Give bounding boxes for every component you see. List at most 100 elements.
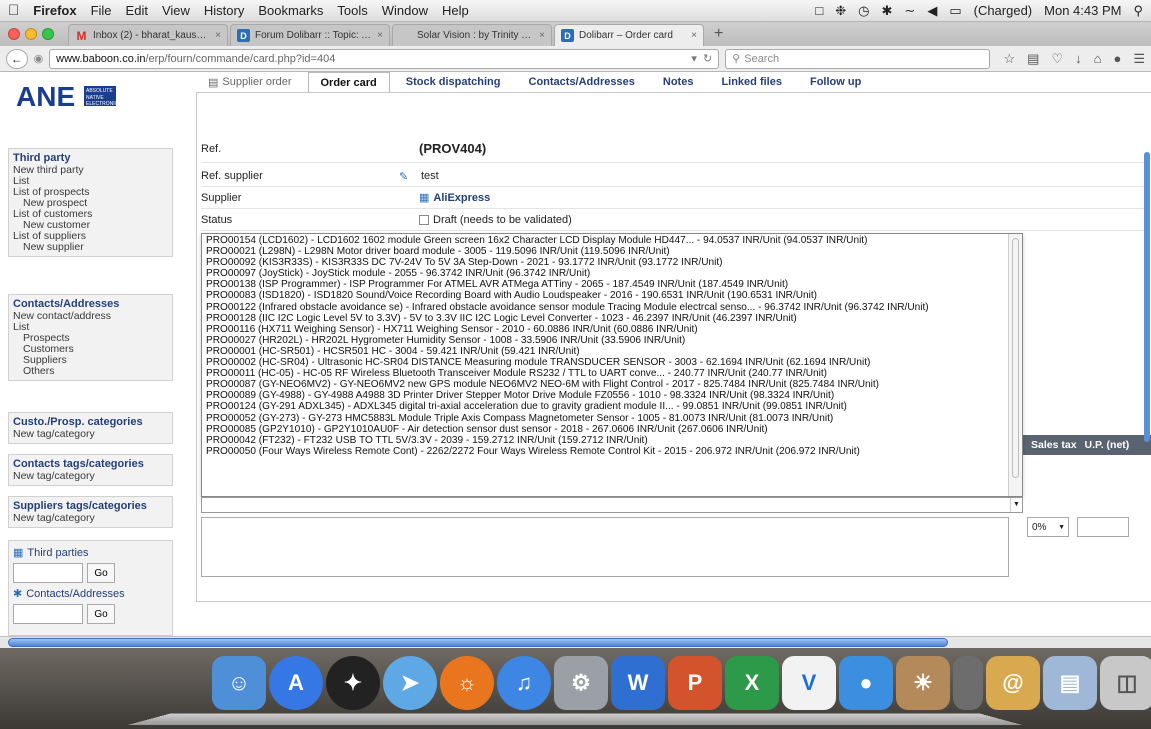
word-icon[interactable]: W <box>611 656 665 710</box>
vnc-icon[interactable]: V <box>782 656 836 710</box>
spotlight-icon[interactable]: ⚲ <box>1133 3 1143 19</box>
menu-history[interactable]: History <box>204 3 244 18</box>
photos-icon[interactable]: ☀ <box>896 656 950 710</box>
launchpad-icon[interactable]: ✦ <box>326 656 380 710</box>
supplier-link[interactable]: AliExpress <box>433 192 490 204</box>
product-option[interactable]: PRO00001 (HC-SR501) - HCSR501 HC - 3004 … <box>206 346 1006 357</box>
menu-heading[interactable]: Contacts tags/categories <box>13 458 166 470</box>
tab-follow-up[interactable]: Follow up <box>798 72 873 92</box>
product-option[interactable]: PRO00002 (HC-SR04) - Ultrasonic HC-SR04 … <box>206 357 1006 368</box>
timemachine-icon[interactable]: ◷ <box>858 3 869 19</box>
product-option[interactable]: PRO00083 (ISD1820) - ISD1820 Sound/Voice… <box>206 290 1006 301</box>
tab-supplier-order[interactable]: ▤ Supplier order <box>196 72 304 92</box>
close-tab-icon[interactable]: × <box>377 30 383 41</box>
menu-new-contact[interactable]: New contact/address <box>13 311 166 322</box>
clock[interactable]: Mon 4:43 PM <box>1044 3 1121 18</box>
menu-app[interactable]: Firefox <box>33 3 76 18</box>
description-textarea[interactable] <box>201 517 1009 577</box>
menu-new-third-party[interactable]: New third party <box>13 165 166 176</box>
reading-list-icon[interactable]: ▤ <box>1027 51 1039 67</box>
menu-heading[interactable]: Contacts/Addresses <box>13 298 166 310</box>
menu-new-tag[interactable]: New tag/category <box>13 429 166 440</box>
new-tab-button[interactable]: + <box>714 25 723 43</box>
back-button[interactable]: ← <box>6 48 28 69</box>
powerpoint-icon[interactable]: P <box>668 656 722 710</box>
horizontal-scroll-thumb[interactable] <box>8 638 948 647</box>
product-option[interactable]: PRO00138 (ISP Programmer) - ISP Programm… <box>206 279 1006 290</box>
menu-heading[interactable]: Third party <box>13 152 166 164</box>
product-select[interactable]: ▼ <box>201 497 1023 513</box>
reload-icon[interactable]: ▾ ↻ <box>691 52 712 65</box>
product-option[interactable]: PRO00011 (HC-05) - HC-05 RF Wireless Blu… <box>206 368 1006 379</box>
menu-bookmarks[interactable]: Bookmarks <box>258 3 323 18</box>
third-party-search-input[interactable] <box>13 563 83 583</box>
menu-icon[interactable]: ☰ <box>1133 51 1145 67</box>
product-option[interactable]: PRO00027 (HR202L) - HR202L Hygrometer Hu… <box>206 335 1006 346</box>
menu-view[interactable]: View <box>162 3 190 18</box>
tab-linked-files[interactable]: Linked files <box>709 72 794 92</box>
menu-heading[interactable]: Suppliers tags/categories <box>13 500 166 512</box>
url-bar[interactable]: www.baboon.co.in /erp/fourn/commande/car… <box>49 48 720 69</box>
scroll-thumb[interactable] <box>1012 238 1019 478</box>
finder-icon[interactable]: ☺ <box>212 656 266 710</box>
drive-icon[interactable]: □ <box>815 3 823 18</box>
collaboration-icon[interactable]: ● <box>839 656 893 710</box>
tab-contacts[interactable]: Contacts/Addresses <box>517 72 647 92</box>
trash-icon[interactable]: ◫ <box>1100 656 1151 710</box>
close-tab-icon[interactable]: × <box>539 30 545 41</box>
download-icon[interactable]: ↓ <box>1075 51 1082 67</box>
site-info-icon[interactable]: ◉ <box>34 52 44 65</box>
dropdown-scrollbar[interactable] <box>1008 234 1022 496</box>
menu-new-supplier[interactable]: New supplier <box>13 242 166 253</box>
home-icon[interactable]: ⌂ <box>1094 51 1102 67</box>
product-option[interactable]: PRO00050 (Four Ways Wireless Remote Cont… <box>206 446 1006 457</box>
wifi-icon[interactable]: ∼ <box>904 3 915 19</box>
horizontal-scrollbar[interactable] <box>0 636 1151 648</box>
page-scroll-thumb[interactable] <box>1144 152 1150 442</box>
product-option[interactable]: PRO00092 (KIS3R33S) - KIS3R33S DC 7V-24V… <box>206 257 1006 268</box>
tab-notes[interactable]: Notes <box>651 72 706 92</box>
volume-icon[interactable]: ◀ <box>927 3 937 19</box>
menu-heading[interactable]: Custo./Prosp. categories <box>13 416 166 428</box>
search-bar[interactable]: ⚲ Search <box>725 48 990 69</box>
close-tab-icon[interactable]: × <box>215 30 221 41</box>
vat-select[interactable]: 0% ▼ <box>1027 517 1069 537</box>
tab-forum[interactable]: D Forum Dolibarr :: Topic: A... × <box>230 24 390 46</box>
menu-new-tag[interactable]: New tag/category <box>13 513 166 524</box>
pocket-icon[interactable]: ♡ <box>1051 51 1063 67</box>
tab-order-card[interactable]: Order card <box>307 72 390 92</box>
menu-window[interactable]: Window <box>382 3 428 18</box>
tab-stock-dispatching[interactable]: Stock dispatching <box>394 72 513 92</box>
battery-status[interactable]: (Charged) <box>974 3 1033 18</box>
firefox-icon[interactable]: ☼ <box>440 656 494 710</box>
bookmark-star-icon[interactable]: ☆ <box>1004 51 1016 67</box>
product-option[interactable]: PRO00154 (LCD1602) - LCD1602 1602 module… <box>206 235 1006 246</box>
safari-icon[interactable]: ➤ <box>383 656 437 710</box>
close-tab-icon[interactable]: × <box>691 30 697 41</box>
excel-icon[interactable]: X <box>725 656 779 710</box>
app-store-icon[interactable]: A <box>269 656 323 710</box>
menu-tools[interactable]: Tools <box>337 3 367 18</box>
edit-icon[interactable]: ✎ <box>399 170 411 183</box>
product-option[interactable]: PRO00116 (HX711 Weighing Sensor) - HX711… <box>206 324 1006 335</box>
product-option[interactable]: PRO00089 (GY-4988) - GY-4988 A4988 3D Pr… <box>206 390 1006 401</box>
tab-order-card[interactable]: D Dolibarr – Order card × <box>554 24 704 46</box>
product-option[interactable]: PRO00085 (GP2Y1010) - GP2Y1010AU0F - Air… <box>206 424 1006 435</box>
tab-solar[interactable]: Solar Vision : by Trinity Touch... × <box>392 24 552 46</box>
menu-help[interactable]: Help <box>442 3 469 18</box>
contact-search-input[interactable] <box>13 604 83 624</box>
product-dropdown-list[interactable]: PRO00154 (LCD1602) - LCD1602 1602 module… <box>201 233 1023 497</box>
product-option[interactable]: PRO00122 (Infrared obstacle avoidance se… <box>206 302 1006 313</box>
close-window-button[interactable] <box>8 28 20 40</box>
product-option[interactable]: PRO00021 (L298N) - L298N Motor driver bo… <box>206 246 1006 257</box>
zoom-window-button[interactable] <box>42 28 54 40</box>
product-option[interactable]: PRO00087 (GY-NEO6MV2) - GY-NEO6MV2 new G… <box>206 379 1006 390</box>
product-option[interactable]: PRO00097 (JoyStick) - JoyStick module - … <box>206 268 1006 279</box>
bluetooth-icon[interactable]: ✱ <box>882 3 893 19</box>
minimize-window-button[interactable] <box>25 28 37 40</box>
contacts-app-icon[interactable]: @ <box>986 656 1040 710</box>
menu-new-tag[interactable]: New tag/category <box>13 471 166 482</box>
product-option[interactable]: PRO00042 (FT232) - FT232 USB TO TTL 5V/3… <box>206 435 1006 446</box>
itunes-icon[interactable]: ♫ <box>497 656 551 710</box>
menu-edit[interactable]: Edit <box>126 3 148 18</box>
